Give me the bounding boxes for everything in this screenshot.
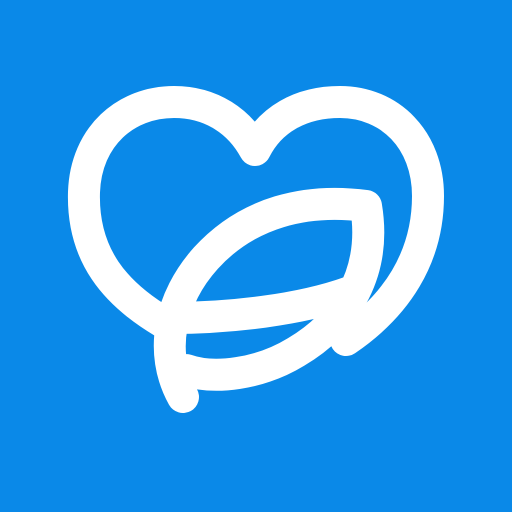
heart-leaf-logo-icon <box>0 0 512 512</box>
app-icon <box>0 0 512 512</box>
icon-background <box>0 0 512 512</box>
